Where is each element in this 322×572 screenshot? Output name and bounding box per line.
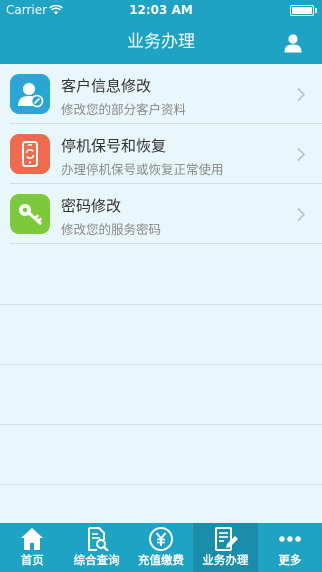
list-item-subtitle: 修改您的服务密码	[61, 222, 162, 237]
home-icon	[21, 528, 44, 550]
tab-label: 综合查询	[73, 553, 120, 567]
list-item-password[interactable]: 密码修改 修改您的服务密码	[0, 184, 322, 244]
page-title: 业务办理	[127, 32, 195, 52]
profile-icon[interactable]	[283, 33, 303, 53]
tab-query[interactable]: 综合查询	[64, 523, 128, 572]
header: Carrier 12:03 AM 业务办理	[0, 0, 322, 64]
tab-recharge[interactable]: 充值缴费	[129, 523, 193, 572]
empty-row-divider	[0, 304, 322, 305]
tab-label: 充值缴费	[138, 553, 185, 567]
empty-row-divider	[0, 424, 322, 425]
phone-refresh-icon	[10, 134, 50, 174]
battery-icon	[290, 5, 314, 16]
more-dots-icon	[279, 536, 301, 542]
document-edit-icon	[215, 527, 239, 551]
list-item-suspend-restore[interactable]: 停机保号和恢复 办理停机保号或恢复正常使用	[0, 124, 322, 184]
status-bar: Carrier 12:03 AM	[0, 0, 322, 20]
list-item-customer-info[interactable]: 客户信息修改 修改您的部分客户资料	[0, 64, 322, 124]
battery-tip	[315, 8, 317, 13]
empty-row-divider	[0, 484, 322, 485]
tab-bar: 首页 综合查询 充值缴费 业务办理 更多	[0, 523, 322, 572]
tab-more[interactable]: 更多	[258, 523, 322, 572]
key-icon	[10, 194, 50, 234]
list-item-subtitle: 办理停机保号或恢复正常使用	[61, 162, 224, 177]
tab-label: 首页	[20, 553, 44, 567]
user-edit-icon	[10, 74, 50, 114]
tab-home[interactable]: 首页	[0, 523, 64, 572]
service-list: 客户信息修改 修改您的部分客户资料 停机保号和恢复 办理停机保号或恢复正常使用	[0, 64, 322, 244]
list-item-title: 停机保号和恢复	[61, 137, 167, 155]
tab-business[interactable]: 业务办理	[193, 523, 258, 572]
chevron-right-icon	[297, 87, 306, 102]
list-item-subtitle: 修改您的部分客户资料	[61, 102, 187, 117]
tab-label: 更多	[278, 553, 302, 567]
status-time: 12:03 AM	[129, 3, 193, 17]
chevron-right-icon	[297, 207, 306, 222]
yen-coin-icon	[149, 527, 174, 551]
tab-label: 业务办理	[202, 553, 249, 567]
list-item-title: 客户信息修改	[61, 77, 152, 95]
empty-row-divider	[0, 364, 322, 365]
list-item-title: 密码修改	[61, 197, 122, 215]
chevron-right-icon	[297, 147, 306, 162]
document-search-icon	[87, 527, 109, 551]
